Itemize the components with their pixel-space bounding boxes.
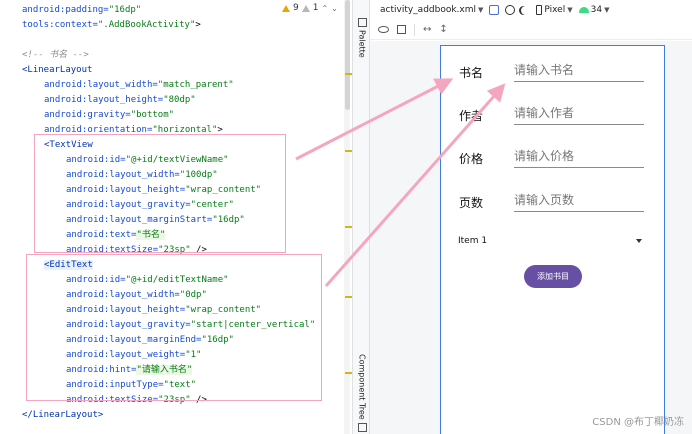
- design-toolbar: activity_addbook.xml ▼ Pixel ▼ 34 ▼: [370, 0, 692, 20]
- android-icon: [578, 7, 589, 13]
- palette-icon: [357, 18, 367, 28]
- warning-marker[interactable]: [345, 150, 352, 152]
- code-token: android:layout_height=: [44, 95, 164, 105]
- author-input[interactable]: 请输入作者: [514, 101, 644, 125]
- spinner-dropdown[interactable]: Item 1: [458, 233, 642, 249]
- code-token: <LinearLayout: [22, 65, 93, 75]
- horizontal-arrows-icon[interactable]: ↔: [423, 24, 431, 35]
- eye-icon[interactable]: [378, 26, 389, 33]
- textview-highlight-box: [34, 134, 286, 253]
- code-token: android:padding=: [22, 5, 109, 15]
- form-label-price: 价格: [459, 152, 484, 166]
- warning-icon: [282, 4, 290, 12]
- warning-marker[interactable]: [345, 73, 352, 75]
- code-token: tools:context=: [22, 20, 98, 30]
- editor-gutter: [0, 0, 14, 434]
- weak-warning-icon: [301, 4, 310, 12]
- inspection-widget[interactable]: 9 1 ⌃ ⌄: [280, 1, 340, 15]
- form-label-name: 书名: [459, 66, 484, 80]
- code-token: android:layout_width=: [44, 80, 158, 90]
- form-label-author: 作者: [459, 109, 484, 123]
- code-token: "match_parent": [157, 80, 234, 90]
- code-token: "80dp": [163, 95, 196, 105]
- weak-warning-count: 1: [312, 3, 319, 13]
- design-surface-icon[interactable]: [489, 5, 500, 15]
- orientation-icon[interactable]: [505, 5, 516, 15]
- chevron-down-icon: ▼: [567, 6, 573, 14]
- palette-tab[interactable]: Palette: [353, 6, 371, 70]
- add-book-button[interactable]: 添加书目: [524, 265, 582, 288]
- device-name: Pixel: [544, 5, 566, 15]
- dropdown-arrow-icon: [636, 239, 642, 243]
- vertical-arrows-icon[interactable]: ↕: [439, 24, 447, 35]
- component-tree-icon: [357, 422, 367, 432]
- code-line[interactable]: android:layout_height="80dp": [44, 93, 196, 108]
- api-level: 34: [590, 5, 603, 15]
- spinner-value: Item 1: [458, 236, 488, 246]
- code-editor[interactable]: android:padding="16dp" tools:context=".Ad…: [0, 0, 352, 434]
- chevron-down-icon: ▼: [478, 6, 484, 14]
- name-input[interactable]: 请输入书名: [514, 58, 644, 82]
- warning-marker[interactable]: [345, 372, 352, 374]
- side-tool-tabs: Palette Component Tree: [352, 0, 370, 434]
- code-token: android:gravity=: [44, 110, 131, 120]
- design-secondary-toolbar: ↔ ↕: [370, 20, 692, 40]
- component-tree-tab[interactable]: Component Tree: [353, 352, 371, 434]
- code-token: <!-- 书名 -->: [22, 50, 89, 60]
- code-token: ".AddBookActivity": [97, 20, 196, 30]
- watermark: CSDN @布丁椰奶冻: [592, 417, 684, 428]
- warning-marker[interactable]: [345, 296, 352, 298]
- split-view-icon[interactable]: [397, 25, 406, 34]
- code-line[interactable]: android:padding="16dp": [22, 3, 141, 18]
- code-line[interactable]: android:gravity="bottom": [44, 108, 174, 123]
- form-label-pages: 页数: [459, 196, 484, 210]
- night-mode-icon[interactable]: [521, 6, 530, 15]
- warning-marker[interactable]: [345, 226, 352, 228]
- code-line[interactable]: <!-- 书名 -->: [22, 48, 89, 63]
- code-token: >: [195, 20, 201, 30]
- toolbar-divider: [414, 23, 415, 36]
- device-dropdown[interactable]: Pixel ▼: [536, 5, 573, 15]
- chevron-up-icon[interactable]: ⌃: [321, 4, 328, 13]
- warning-count: 9: [293, 3, 299, 13]
- pages-input[interactable]: 请输入页数: [514, 188, 644, 212]
- layout-file-dropdown[interactable]: activity_addbook.xml ▼: [380, 5, 483, 15]
- editor-scrollbar-thumb[interactable]: [345, 0, 350, 110]
- price-input[interactable]: 请输入价格: [514, 144, 644, 168]
- code-token: </LinearLayout>: [22, 410, 104, 420]
- code-line[interactable]: </LinearLayout>: [22, 408, 103, 423]
- palette-tab-label: Palette: [357, 30, 367, 58]
- code-line[interactable]: <LinearLayout: [22, 63, 92, 78]
- code-line[interactable]: tools:context=".AddBookActivity">: [22, 18, 201, 33]
- code-token: "16dp": [108, 5, 142, 15]
- layout-file-name: activity_addbook.xml: [380, 5, 477, 15]
- edittext-highlight-box: [26, 254, 322, 401]
- code-line[interactable]: android:layout_width="match_parent": [44, 78, 234, 93]
- api-level-dropdown[interactable]: 34 ▼: [578, 5, 610, 15]
- chevron-down-icon: ▼: [604, 6, 610, 14]
- code-token: "bottom": [130, 110, 175, 120]
- phone-icon: [536, 5, 543, 15]
- chevron-down-icon[interactable]: ⌄: [331, 4, 338, 13]
- component-tree-tab-label: Component Tree: [357, 354, 367, 420]
